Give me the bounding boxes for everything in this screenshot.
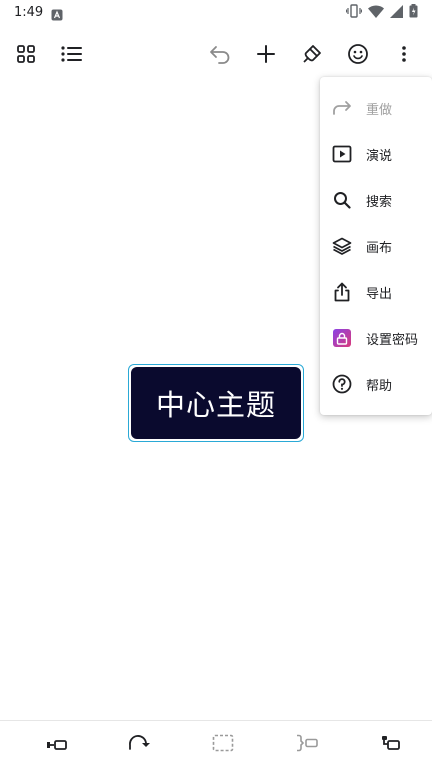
style-brush-button[interactable] (292, 32, 332, 76)
top-toolbar (0, 32, 432, 76)
menu-item-label: 帮助 (366, 378, 393, 394)
menu-item-export[interactable]: 导出 (320, 269, 432, 315)
status-icons (345, 3, 418, 22)
grid-view-icon (16, 44, 36, 64)
help-icon (332, 374, 352, 394)
status-time: 1:49 (14, 4, 44, 20)
menu-item-presentation[interactable]: 演说 (320, 131, 432, 177)
undo-icon (209, 44, 231, 64)
add-sibling-topic-icon (46, 736, 68, 755)
add-button[interactable] (246, 32, 286, 76)
menu-item-label: 画布 (366, 240, 393, 256)
menu-item-search[interactable]: 搜索 (320, 177, 432, 223)
signal-icon (390, 3, 403, 22)
lock-icon (332, 328, 352, 348)
add-subtopic-button[interactable] (371, 726, 411, 764)
menu-item-label: 设置密码 (366, 332, 419, 348)
style-brush-icon (302, 44, 322, 64)
menu-item-help[interactable]: 帮助 (320, 361, 432, 407)
search-icon (332, 190, 352, 210)
redo-icon (332, 98, 352, 118)
bottom-toolbar (0, 722, 432, 768)
summary-icon (295, 734, 319, 756)
add-sibling-topic-button[interactable] (37, 726, 77, 764)
layers-icon (332, 236, 352, 256)
menu-item-label: 重做 (366, 102, 393, 118)
menu-item-canvas[interactable]: 画布 (320, 223, 432, 269)
overflow-menu: 重做 演说 搜索 画布 导出 设置密码 帮助 (320, 77, 432, 415)
menu-item-set-password[interactable]: 设置密码 (320, 315, 432, 361)
presentation-icon (332, 144, 352, 164)
emoji-button[interactable] (338, 32, 378, 76)
bottom-divider (0, 720, 432, 721)
boundary-icon (212, 734, 234, 756)
status-bar: 1:49 (0, 0, 432, 24)
outline-list-icon (61, 45, 83, 63)
more-vert-icon (401, 45, 407, 63)
central-topic[interactable]: 中心主题 (131, 367, 301, 439)
undo-button[interactable] (200, 32, 240, 76)
wifi-icon (368, 3, 384, 22)
notification-a-icon (51, 6, 63, 21)
relationship-button[interactable] (119, 726, 159, 764)
menu-item-label: 导出 (366, 286, 393, 302)
add-icon (256, 44, 276, 64)
add-subtopic-icon (381, 735, 401, 755)
share-export-icon (332, 282, 352, 302)
vibrate-icon (345, 3, 363, 22)
summary-button[interactable] (287, 726, 327, 764)
more-options-button[interactable] (384, 32, 424, 76)
menu-item-redo[interactable]: 重做 (320, 85, 432, 131)
relationship-icon (127, 735, 151, 755)
boundary-button[interactable] (203, 726, 243, 764)
central-topic-label: 中心主题 (155, 388, 276, 422)
battery-icon (409, 3, 418, 22)
emoji-icon (347, 43, 369, 65)
menu-item-label: 搜索 (366, 194, 393, 210)
grid-view-button[interactable] (6, 32, 46, 76)
outline-list-button[interactable] (52, 32, 92, 76)
menu-item-label: 演说 (366, 148, 393, 164)
